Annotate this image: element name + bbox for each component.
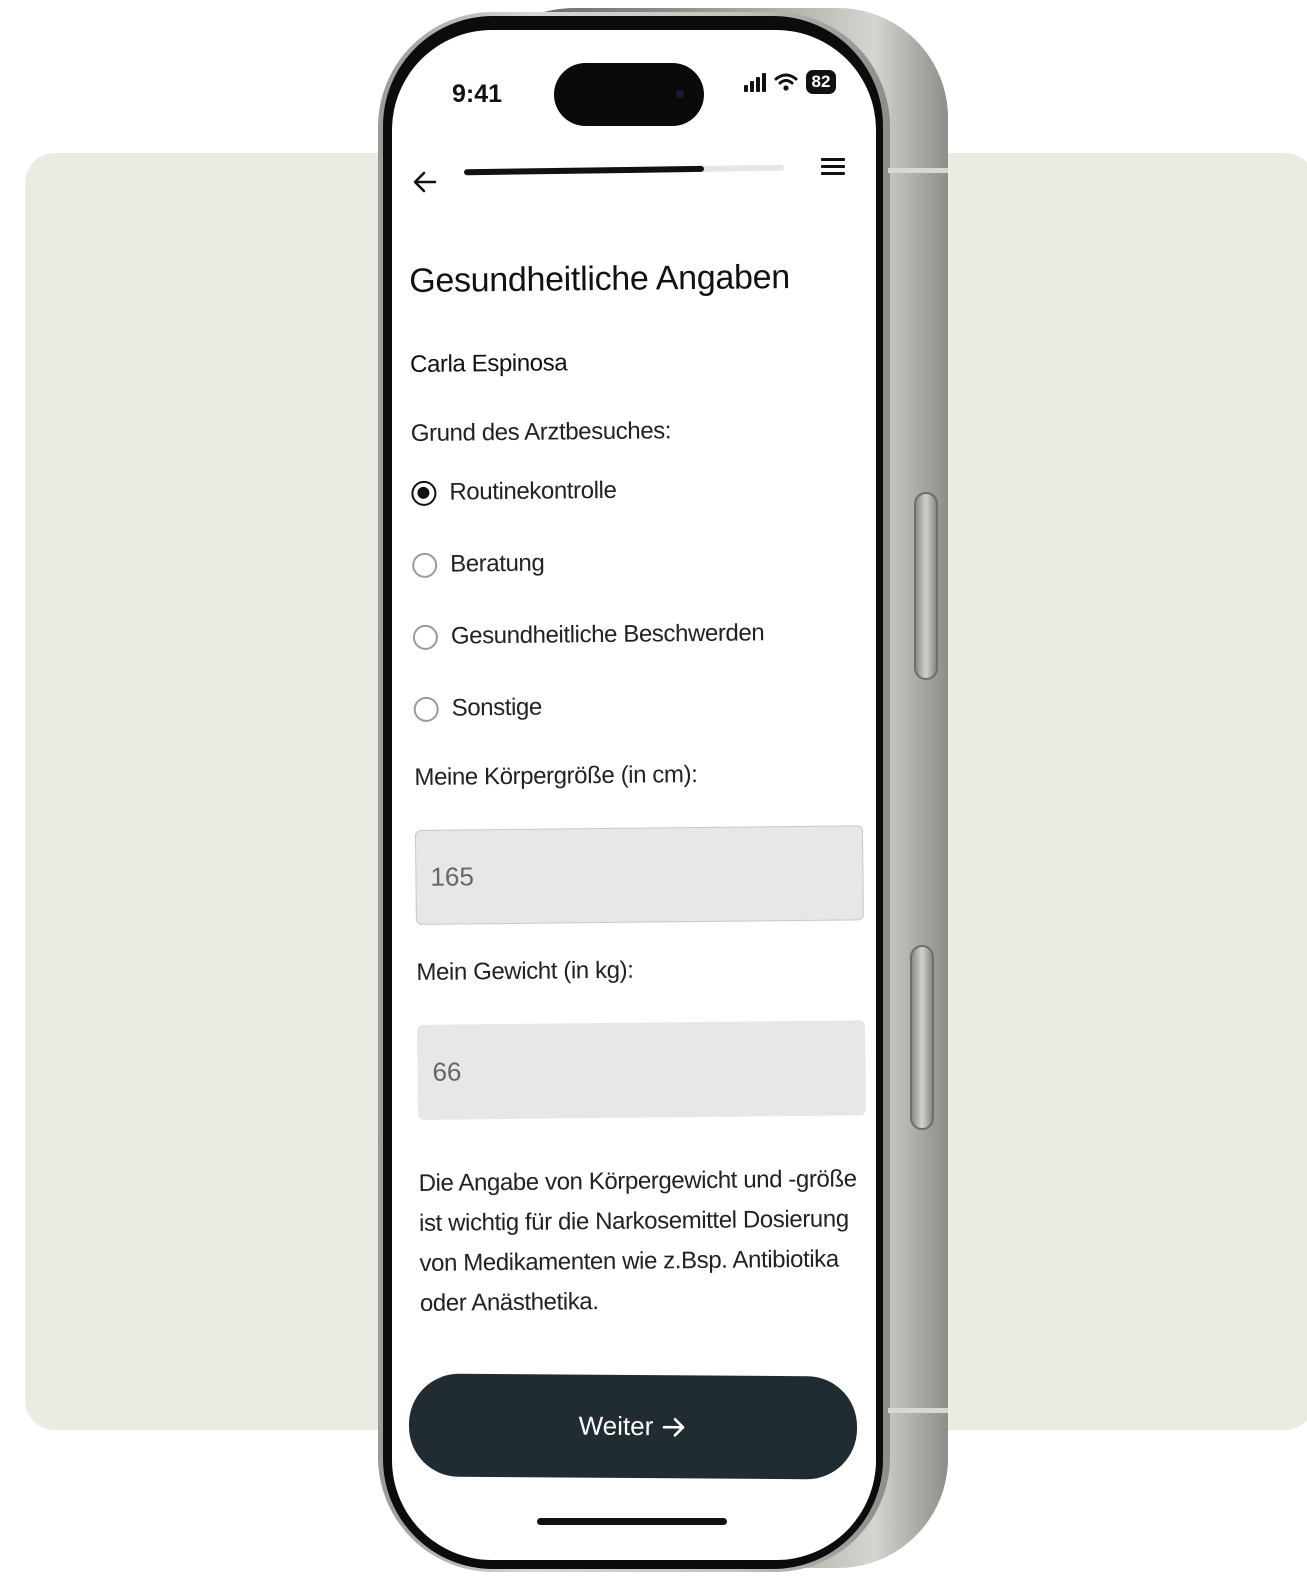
- radio-label: Sonstige: [451, 693, 543, 722]
- reason-label: Grund des Arztbesuches:: [410, 417, 672, 447]
- progress-fill: [463, 165, 705, 176]
- radio-option-beratung[interactable]: Beratung: [412, 543, 860, 582]
- radio-circle[interactable]: [413, 696, 439, 722]
- signal-icon: [744, 72, 766, 92]
- hint-text: Die Angabe von Körpergewicht und -größe …: [418, 1165, 857, 1317]
- height-input[interactable]: [430, 857, 863, 893]
- patient-name: Carla Espinosa: [409, 349, 568, 378]
- weight-input[interactable]: [432, 1052, 865, 1088]
- progress-bar: [463, 164, 785, 176]
- height-label: Meine Körpergröße (in cm):: [414, 761, 698, 791]
- radio-option-sonstige[interactable]: Sonstige: [413, 687, 862, 726]
- radio-option-routinekontrolle[interactable]: Routinekontrolle: [411, 471, 859, 510]
- weight-label: Mein Gewicht (in kg):: [416, 956, 634, 986]
- radio-label: Beratung: [450, 549, 545, 578]
- radio-circle[interactable]: [412, 624, 439, 650]
- reason-radio-group: Routinekontrolle Beratung Gesundheitlich…: [411, 471, 862, 726]
- radio-label: Gesundheitliche Beschwerden: [450, 619, 765, 650]
- radio-circle[interactable]: [411, 480, 437, 506]
- status-icons: 82: [744, 70, 836, 94]
- weight-field-box: [416, 1020, 866, 1120]
- form-content: Gesundheitliche Angaben Carla Espinosa G…: [409, 257, 868, 1324]
- arrow-left-icon: [413, 171, 437, 193]
- continue-label: Weiter: [578, 1410, 654, 1442]
- home-indicator: [537, 1518, 727, 1525]
- phone-side-button: [910, 945, 934, 1130]
- battery-icon: 82: [806, 70, 836, 94]
- antenna-band: [888, 1408, 948, 1413]
- dynamic-island: [554, 63, 704, 126]
- back-button[interactable]: [408, 165, 442, 199]
- phone-side-button: [914, 492, 938, 680]
- height-field-box: [414, 825, 864, 925]
- menu-button[interactable]: [818, 154, 848, 184]
- camera-dot: [676, 90, 684, 98]
- antenna-band: [888, 168, 948, 173]
- phone-screen: 9:41 82 Gesundheitliche Angaben Carla Es…: [392, 30, 876, 1560]
- wifi-icon: [774, 73, 798, 91]
- page-title: Gesundheitliche Angaben: [409, 258, 791, 300]
- radio-circle[interactable]: [412, 552, 438, 578]
- continue-button[interactable]: Weiter: [408, 1373, 858, 1480]
- radio-option-gesundheitliche-beschwerden[interactable]: Gesundheitliche Beschwerden: [412, 615, 861, 654]
- arrow-right-icon: [663, 1417, 685, 1437]
- radio-label: Routinekontrolle: [449, 476, 617, 506]
- status-time: 9:41: [452, 80, 503, 108]
- stage: 9:41 82 Gesundheitliche Angaben Carla Es…: [0, 0, 1307, 1579]
